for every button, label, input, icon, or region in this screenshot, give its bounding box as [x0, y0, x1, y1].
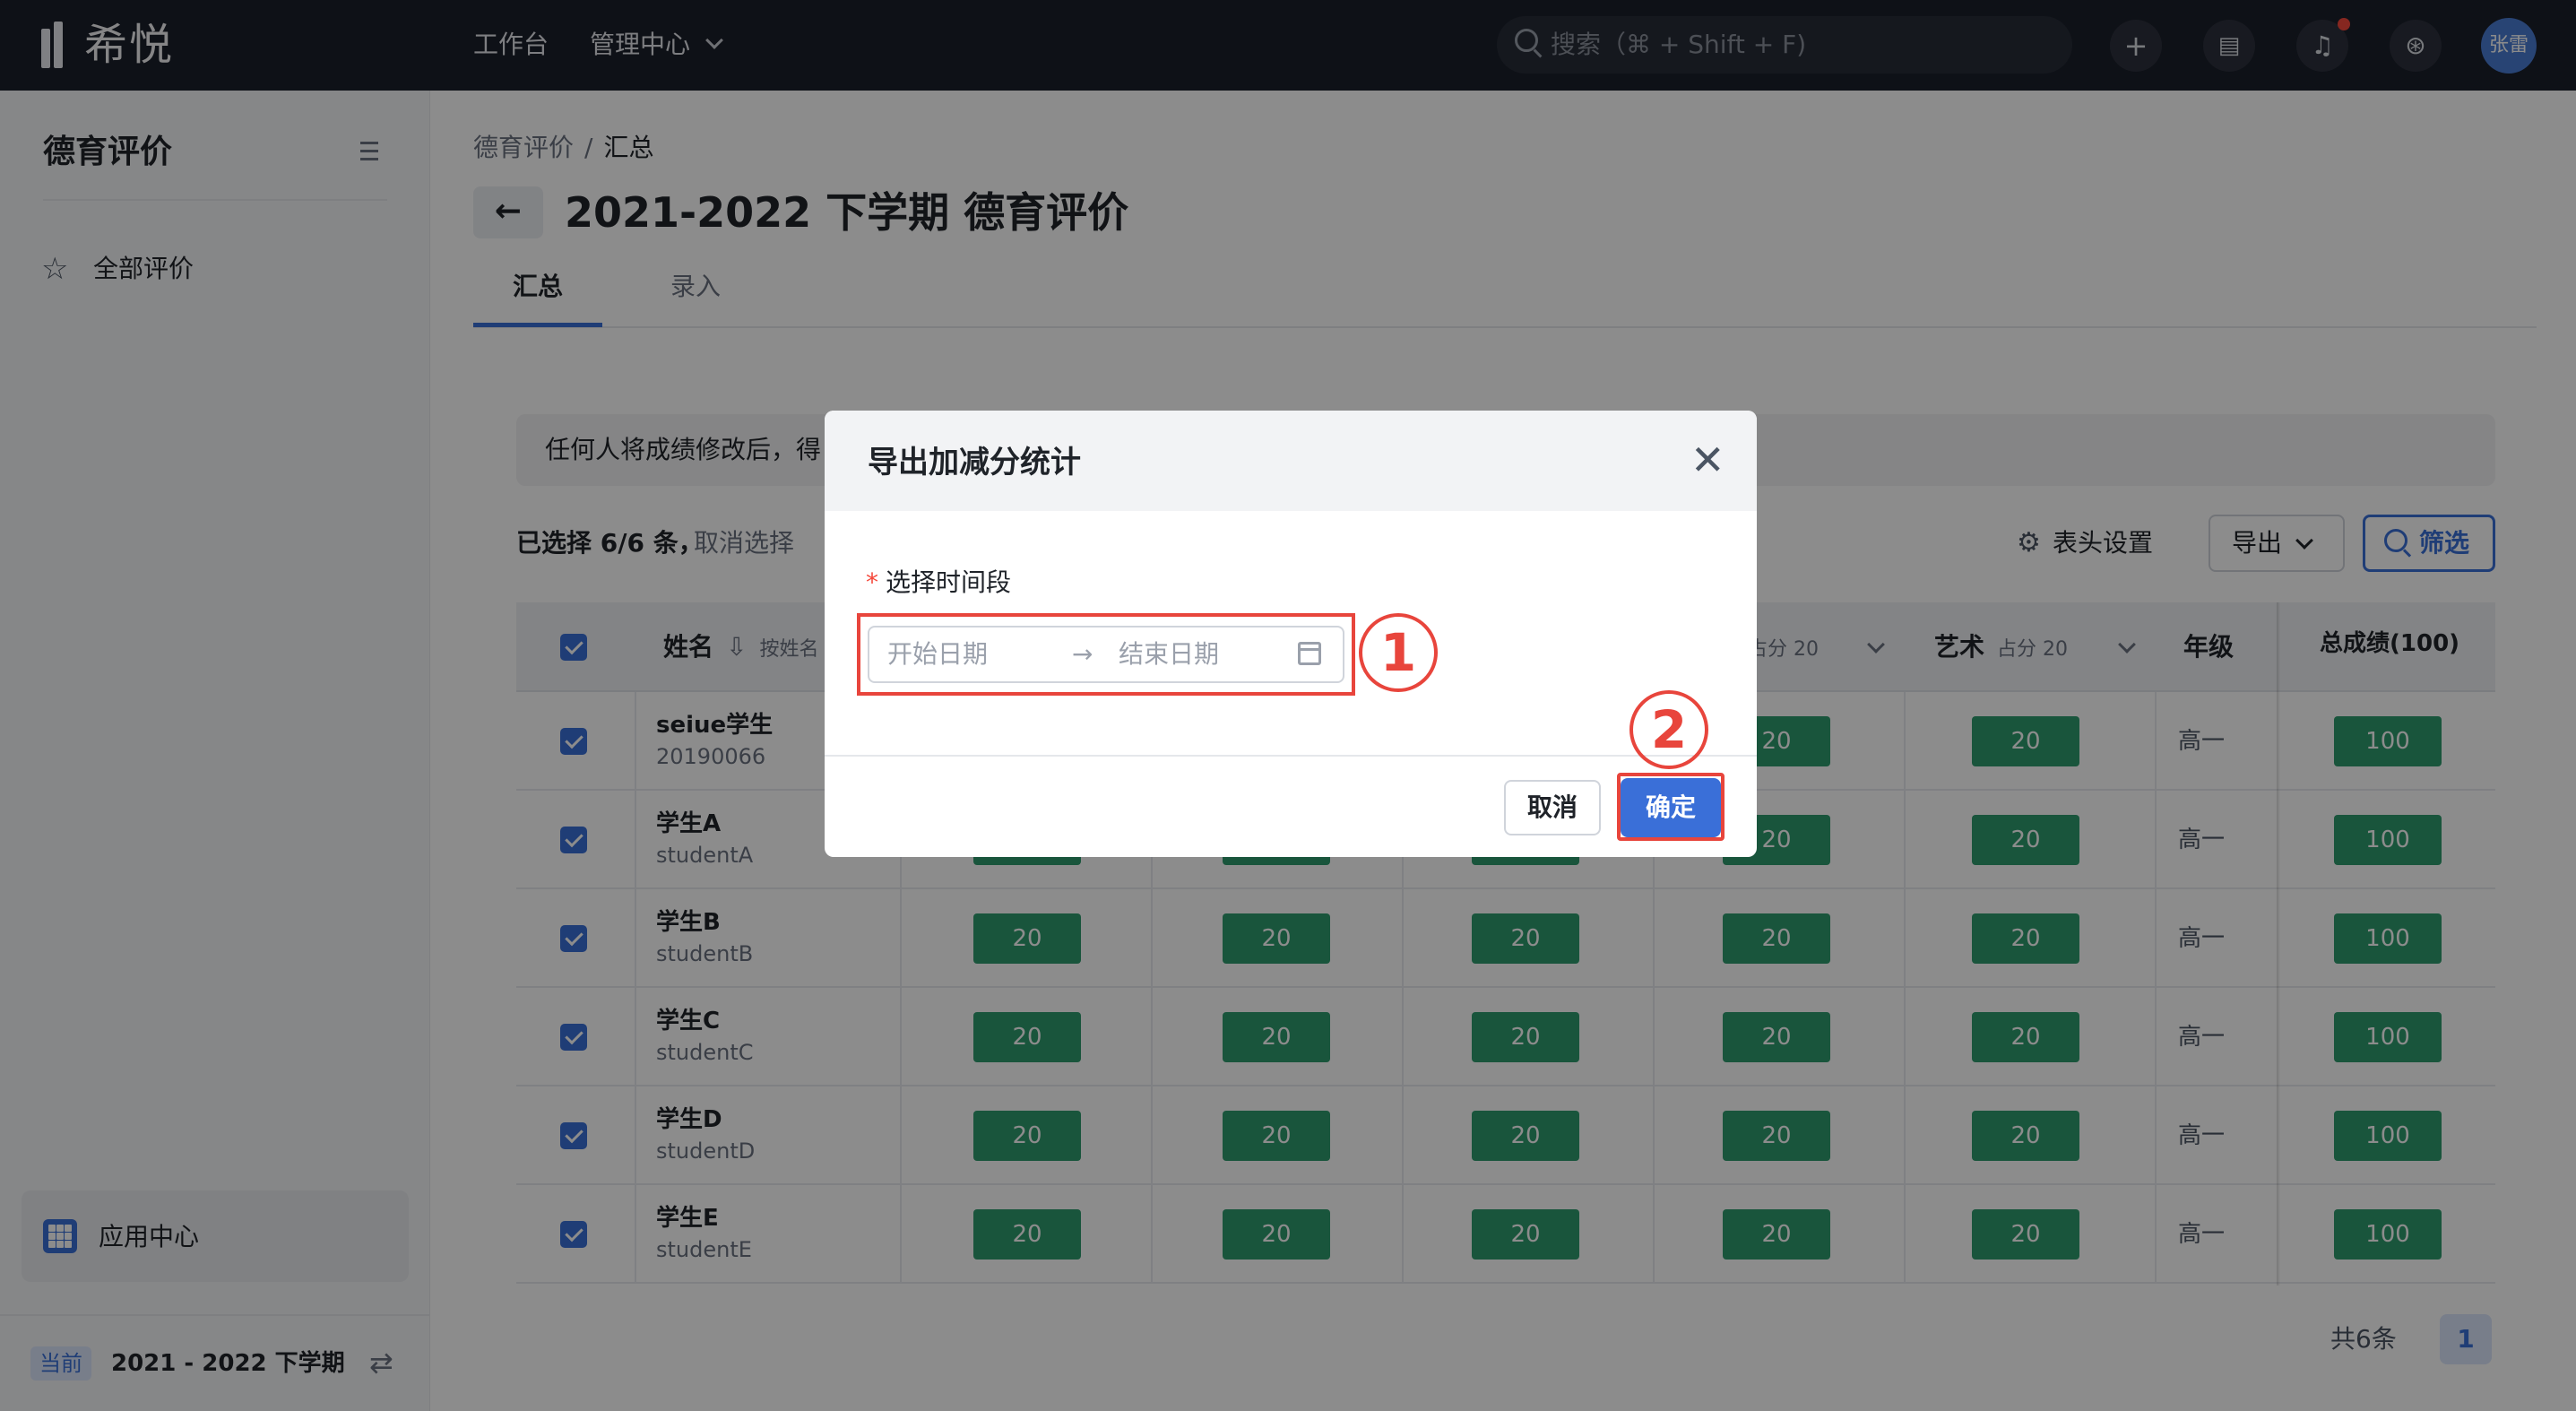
step-marker-1: 1 [1359, 613, 1438, 692]
cancel-button[interactable]: 取消 [1504, 780, 1601, 835]
step-marker-2: 2 [1629, 690, 1708, 769]
highlight-box-step1 [857, 613, 1355, 696]
highlight-box-step2 [1617, 773, 1725, 841]
close-icon[interactable]: ✕ [1690, 437, 1725, 482]
modal-footer-divider [825, 755, 1757, 757]
time-range-label: * 选择时间段 [866, 565, 1011, 601]
modal-title: 导出加减分统计 [868, 445, 1081, 480]
required-mark: * [866, 567, 878, 597]
time-range-label-text: 选择时间段 [886, 567, 1012, 597]
